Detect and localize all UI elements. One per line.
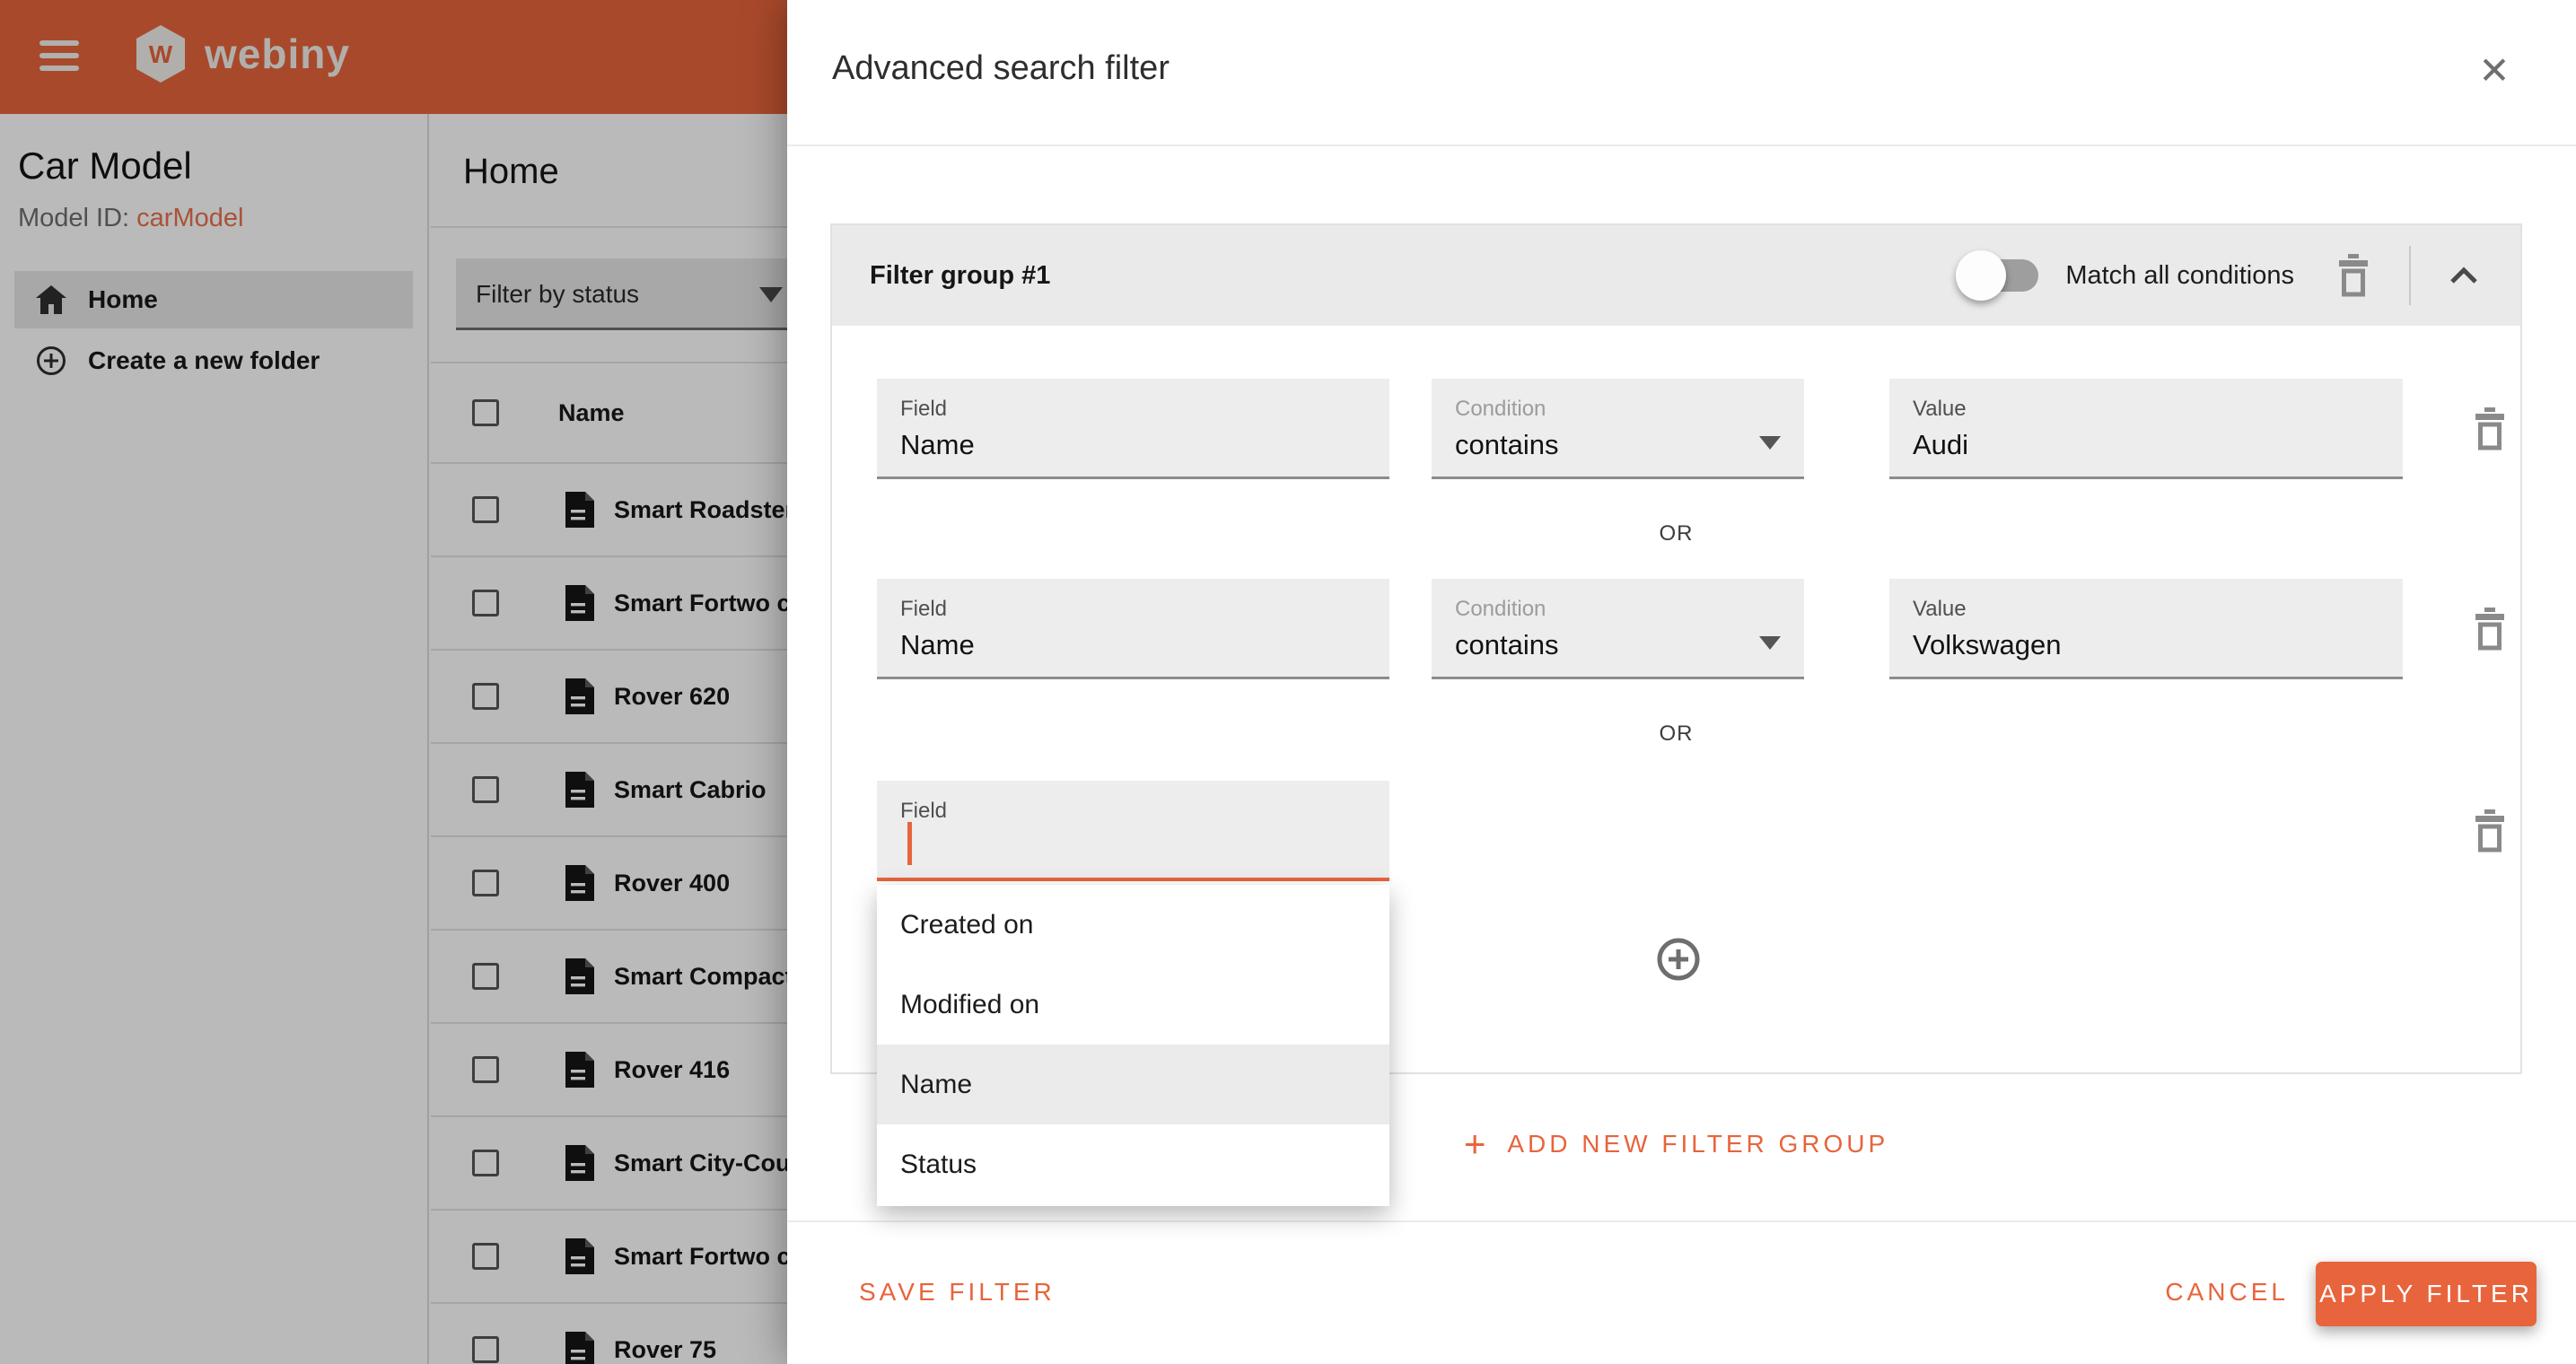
value-value: Audi (1913, 429, 1968, 461)
webiny-headless-cms-screen: W webiny Car Model Model ID: carModel Ho… (0, 0, 2576, 1364)
value-value: Volkswagen (1913, 629, 2061, 661)
delete-condition-button[interactable] (2472, 809, 2508, 852)
delete-condition-button[interactable] (2472, 608, 2508, 651)
advanced-search-filter-dialog: Advanced search filter ✕ Filter group #1… (787, 0, 2576, 1364)
dropdown-option-highlighted[interactable]: Name (877, 1045, 1389, 1124)
dialog-header: Advanced search filter ✕ (787, 0, 2576, 146)
trash-icon (2472, 809, 2508, 852)
value-label: Value (1913, 397, 1967, 422)
field-input-focused[interactable]: Field (877, 781, 1389, 881)
delete-condition-button[interactable] (2472, 407, 2508, 450)
chevron-up-icon (2449, 266, 2479, 285)
apply-filter-button[interactable]: APPLY FILTER (2316, 1262, 2537, 1326)
match-all-label: Match all conditions (2065, 261, 2294, 291)
or-separator: OR (832, 521, 2520, 546)
condition-label: Condition (1455, 397, 1546, 422)
field-label: Field (900, 397, 947, 422)
value-label: Value (1913, 597, 1967, 622)
filter-condition-row: Field (877, 781, 2520, 884)
dialog-title: Advanced search filter (832, 49, 1170, 88)
trash-icon (2472, 608, 2508, 651)
close-icon[interactable]: ✕ (2467, 43, 2521, 97)
delete-group-button[interactable] (2335, 254, 2371, 297)
filter-condition-row: Field Name Condition contains Value Audi (877, 379, 2520, 482)
field-value: Name (900, 629, 975, 661)
add-condition-button[interactable] (1655, 936, 1702, 983)
text-cursor (907, 822, 912, 865)
field-label: Field (900, 799, 947, 824)
filter-group-card: Filter group #1 Match all conditions (830, 223, 2522, 1074)
collapse-group-button[interactable] (2449, 266, 2479, 285)
add-new-filter-group-label: ADD NEW FILTER GROUP (1507, 1130, 1888, 1159)
field-label: Field (900, 597, 947, 622)
plus-circle-icon (1655, 936, 1702, 983)
match-all-toggle[interactable] (1961, 259, 2038, 292)
toggle-knob (1956, 250, 2006, 301)
dropdown-option[interactable]: Modified on (877, 965, 1389, 1045)
dropdown-arrow-icon (1759, 636, 1781, 650)
trash-icon (2335, 254, 2371, 297)
condition-value: contains (1455, 429, 1558, 461)
divider (2409, 246, 2411, 305)
filter-group-header: Filter group #1 Match all conditions (832, 225, 2520, 326)
field-input[interactable]: Field Name (877, 379, 1389, 479)
field-options-dropdown: Created on Modified on Name Status (877, 885, 1389, 1206)
value-input[interactable]: Value Volkswagen (1889, 579, 2403, 679)
condition-label: Condition (1455, 597, 1546, 622)
or-separator: OR (832, 721, 2520, 747)
condition-select[interactable]: Condition contains (1432, 379, 1804, 479)
field-value: Name (900, 429, 975, 461)
condition-value: contains (1455, 629, 1558, 661)
dropdown-option[interactable]: Created on (877, 885, 1389, 965)
plus-icon: + (1464, 1125, 1486, 1163)
value-input[interactable]: Value Audi (1889, 379, 2403, 479)
dropdown-arrow-icon (1759, 436, 1781, 450)
dialog-footer: SAVE FILTER CANCEL APPLY FILTER (787, 1220, 2576, 1364)
save-filter-button[interactable]: SAVE FILTER (859, 1278, 1056, 1307)
trash-icon (2472, 407, 2508, 450)
condition-select[interactable]: Condition contains (1432, 579, 1804, 679)
cancel-button[interactable]: CANCEL (2165, 1278, 2289, 1307)
dropdown-option[interactable]: Status (877, 1124, 1389, 1204)
filter-group-title: Filter group #1 (870, 261, 1050, 291)
filter-condition-row: Field Name Condition contains Value Volk… (877, 579, 2520, 682)
field-input[interactable]: Field Name (877, 579, 1389, 679)
